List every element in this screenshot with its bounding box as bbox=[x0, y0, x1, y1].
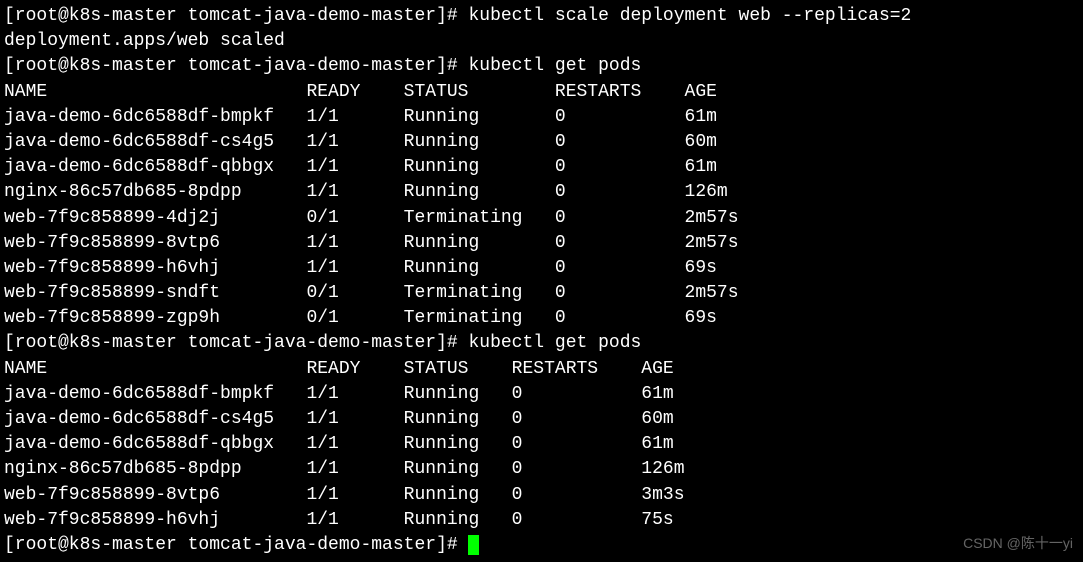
table-row: web-7f9c858899-h6vhj 1/1 Running 0 69s bbox=[4, 256, 1079, 281]
table-row: java-demo-6dc6588df-bmpkf 1/1 Running 0 … bbox=[4, 105, 1079, 130]
cursor-icon bbox=[468, 535, 479, 555]
table-row: web-7f9c858899-sndft 0/1 Terminating 0 2… bbox=[4, 281, 1079, 306]
table-row: web-7f9c858899-zgp9h 0/1 Terminating 0 6… bbox=[4, 306, 1079, 331]
table-row: java-demo-6dc6588df-bmpkf 1/1 Running 0 … bbox=[4, 382, 1079, 407]
table-row: nginx-86c57db685-8pdpp 1/1 Running 0 126… bbox=[4, 457, 1079, 482]
prompt-line: [root@k8s-master tomcat-java-demo-master… bbox=[4, 331, 1079, 356]
watermark: CSDN @陈十一yi bbox=[963, 534, 1073, 554]
table-header: NAME READY STATUS RESTARTS AGE bbox=[4, 80, 1079, 105]
table-row: java-demo-6dc6588df-qbbgx 1/1 Running 0 … bbox=[4, 432, 1079, 457]
table-row: web-7f9c858899-8vtp6 1/1 Running 0 3m3s bbox=[4, 483, 1079, 508]
table-row: web-7f9c858899-8vtp6 1/1 Running 0 2m57s bbox=[4, 231, 1079, 256]
prompt-line: [root@k8s-master tomcat-java-demo-master… bbox=[4, 4, 1079, 29]
table-row: web-7f9c858899-h6vhj 1/1 Running 0 75s bbox=[4, 508, 1079, 533]
prompt-line: [root@k8s-master tomcat-java-demo-master… bbox=[4, 54, 1079, 79]
terminal-output[interactable]: [root@k8s-master tomcat-java-demo-master… bbox=[4, 4, 1079, 558]
table-row: java-demo-6dc6588df-cs4g5 1/1 Running 0 … bbox=[4, 130, 1079, 155]
table-row: java-demo-6dc6588df-cs4g5 1/1 Running 0 … bbox=[4, 407, 1079, 432]
table-header: NAME READY STATUS RESTARTS AGE bbox=[4, 357, 1079, 382]
table-row: java-demo-6dc6588df-qbbgx 1/1 Running 0 … bbox=[4, 155, 1079, 180]
table-row: web-7f9c858899-4dj2j 0/1 Terminating 0 2… bbox=[4, 206, 1079, 231]
prompt-line-active[interactable]: [root@k8s-master tomcat-java-demo-master… bbox=[4, 533, 1079, 558]
output-line: deployment.apps/web scaled bbox=[4, 29, 1079, 54]
table-row: nginx-86c57db685-8pdpp 1/1 Running 0 126… bbox=[4, 180, 1079, 205]
